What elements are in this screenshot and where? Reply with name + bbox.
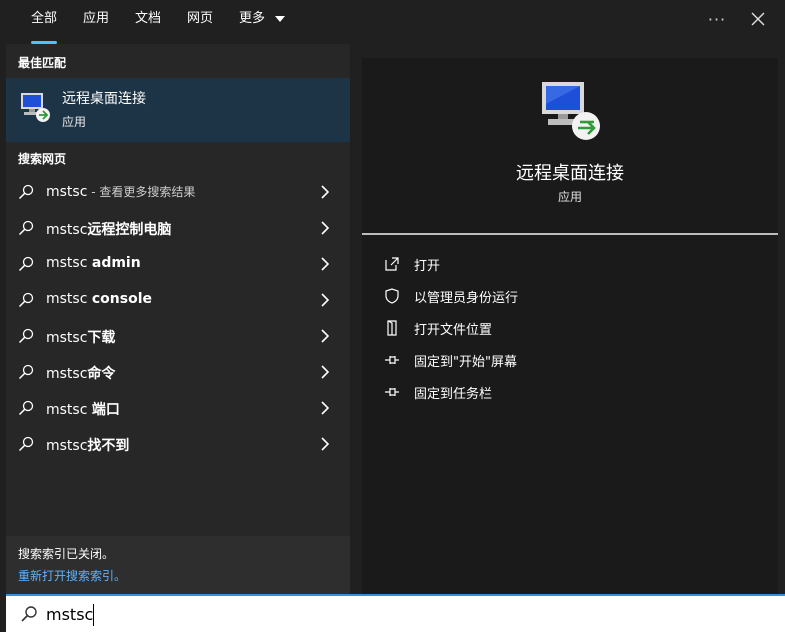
tab-more[interactable]: 更多: [239, 0, 286, 44]
index-status-text: 搜索索引已关闭。: [18, 547, 115, 561]
caret-down-icon: [275, 15, 286, 22]
search-icon: [18, 364, 34, 380]
chevron-right-icon: [321, 293, 330, 307]
remote-desktop-large-icon: [542, 82, 600, 140]
shield-icon: [385, 288, 399, 304]
chevron-right-icon: [321, 365, 330, 379]
chevron-right-icon: [321, 185, 330, 199]
reopen-index-link[interactable]: 重新打开搜索索引。: [18, 567, 126, 584]
best-match-type: 应用: [62, 115, 87, 129]
open-action[interactable]: 打开: [362, 248, 778, 280]
best-match-heading: 最佳匹配: [18, 56, 67, 70]
tab-web[interactable]: 网页: [187, 0, 213, 44]
divider: [362, 233, 778, 235]
chevron-right-icon: [321, 329, 330, 343]
chevron-right-icon: [321, 437, 330, 451]
results-panel: 最佳匹配 远程桌面连接 应用 搜索网页 mstsc - 查看更多搜索结果 mst…: [6, 44, 350, 594]
search-icon: [18, 436, 34, 452]
pin-icon: [385, 356, 399, 364]
web-result-item[interactable]: mstsc命令: [6, 354, 350, 390]
tab-all[interactable]: 全部: [31, 0, 58, 44]
web-result-item[interactable]: mstsc找不到: [6, 426, 350, 462]
chevron-right-icon: [321, 401, 330, 415]
pin-to-start-action[interactable]: 固定到"开始"屏幕: [362, 344, 778, 376]
close-button[interactable]: [747, 8, 769, 30]
search-icon: [21, 606, 37, 622]
web-result-item[interactable]: mstsc远程控制电脑: [6, 210, 350, 246]
search-input[interactable]: [46, 600, 746, 628]
web-result-item[interactable]: mstsc下载: [6, 318, 350, 354]
chevron-right-icon: [321, 221, 330, 235]
best-match-name: 远程桌面连接: [62, 91, 146, 107]
more-options-button[interactable]: ···: [706, 8, 728, 30]
web-result-item[interactable]: mstsc 端口: [6, 390, 350, 426]
search-icon: [18, 328, 34, 344]
tab-apps[interactable]: 应用: [83, 0, 109, 44]
ellipsis-icon: ···: [707, 9, 727, 29]
search-icon: [18, 292, 34, 308]
search-icon: [18, 220, 34, 236]
detail-panel: 远程桌面连接 应用 打开 以管理员身份运行 打开文件位置 固定到"开始"屏幕 固…: [362, 58, 778, 594]
tab-documents[interactable]: 文档: [135, 0, 161, 44]
file-location-icon: [387, 320, 397, 336]
run-as-admin-action[interactable]: 以管理员身份运行: [362, 280, 778, 312]
pin-to-taskbar-action[interactable]: 固定到任务栏: [362, 376, 778, 408]
open-file-location-action[interactable]: 打开文件位置: [362, 312, 778, 344]
search-icon: [18, 256, 34, 272]
search-web-heading: 搜索网页: [18, 152, 67, 166]
web-result-item[interactable]: mstsc - 查看更多搜索结果: [6, 174, 350, 210]
text-cursor: [93, 604, 94, 626]
top-bar: 全部 应用 文档 网页 更多 ···: [0, 0, 785, 44]
detail-app-type: 应用: [557, 190, 582, 204]
detail-app-title: 远程桌面连接: [516, 163, 624, 184]
search-icon: [18, 184, 34, 200]
best-match-item[interactable]: 远程桌面连接 应用: [6, 78, 350, 142]
remote-desktop-icon: [21, 93, 50, 122]
index-status-footer: 搜索索引已关闭。 重新打开搜索索引。: [6, 536, 350, 594]
web-result-item[interactable]: mstsc admin: [6, 246, 350, 282]
pin-icon: [385, 388, 399, 396]
search-icon: [18, 400, 34, 416]
open-external-icon: [385, 257, 399, 271]
search-box[interactable]: [6, 594, 785, 632]
web-result-item[interactable]: mstsc console: [6, 282, 350, 318]
chevron-right-icon: [321, 257, 330, 271]
close-icon: [751, 12, 765, 26]
